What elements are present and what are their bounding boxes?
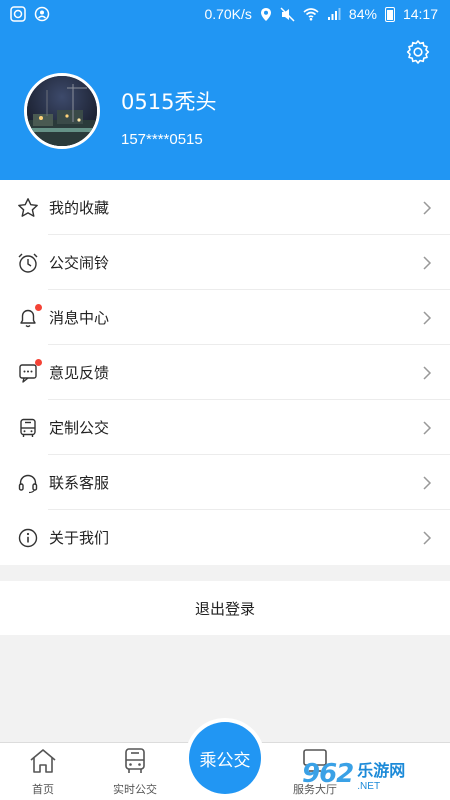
watermark-logo: 962 乐游网 .NET <box>302 752 448 796</box>
tab-home[interactable]: 首页 <box>8 747 78 797</box>
chevron-right-icon <box>423 365 432 380</box>
tab-home-label: 首页 <box>32 783 54 796</box>
network-speed: 0.70K/s <box>204 6 252 22</box>
notification-badge <box>35 303 42 311</box>
settings-button[interactable] <box>404 38 432 66</box>
menu-item-label: 意见反馈 <box>49 364 110 382</box>
menu-item-favorites[interactable]: 我的收藏 <box>0 180 450 235</box>
phone-number: 157****0515 <box>121 131 203 148</box>
menu-item-about[interactable]: 关于我们 <box>0 510 450 565</box>
bus-icon <box>120 747 150 775</box>
chevron-right-icon <box>423 255 432 270</box>
chevron-right-icon <box>423 475 432 490</box>
ride-bus-button[interactable]: 乘公交 <box>185 718 265 798</box>
watermark-cn: 乐游网 <box>357 760 406 780</box>
chevron-right-icon <box>423 310 432 325</box>
menu-item-label: 定制公交 <box>49 419 110 437</box>
location-icon <box>260 7 271 21</box>
status-bar: 0.70K/s 84% 14:17 <box>0 0 450 28</box>
bus-icon <box>16 416 40 440</box>
home-icon <box>28 747 58 775</box>
ride-bus-label: 乘公交 <box>189 722 261 794</box>
wifi-icon <box>303 8 319 21</box>
menu-item-custom-bus[interactable]: 定制公交 <box>0 400 450 455</box>
account-icon <box>34 6 50 22</box>
username: 0515秃头 <box>121 90 217 114</box>
gear-icon <box>406 40 430 64</box>
app-notification-icon <box>10 6 26 22</box>
menu-item-bus-alarm[interactable]: 公交闹铃 <box>0 235 450 290</box>
menu-item-label: 消息中心 <box>49 309 110 327</box>
signal-icon <box>327 8 341 20</box>
logout-button[interactable]: 退出登录 <box>0 581 450 635</box>
chevron-right-icon <box>423 530 432 545</box>
watermark-text: 乐游网 .NET <box>357 757 405 792</box>
mute-icon <box>280 6 295 22</box>
info-icon <box>16 526 40 550</box>
avatar[interactable] <box>24 73 100 149</box>
star-icon <box>16 196 40 220</box>
menu-item-label: 关于我们 <box>49 529 110 547</box>
watermark-en: .NET <box>357 780 381 792</box>
chevron-right-icon <box>423 420 432 435</box>
menu-item-feedback[interactable]: 意见反馈 <box>0 345 450 400</box>
chevron-right-icon <box>423 200 432 215</box>
menu-item-label: 公交闹铃 <box>49 254 110 272</box>
menu-item-label: 我的收藏 <box>49 199 110 217</box>
battery-icon <box>384 6 395 22</box>
menu-item-label: 联系客服 <box>49 474 110 492</box>
battery-percent: 84% <box>348 6 377 22</box>
tab-realtime-label: 实时公交 <box>113 783 157 796</box>
alarm-clock-icon <box>16 251 40 275</box>
tab-realtime-bus[interactable]: 实时公交 <box>100 747 170 797</box>
menu-item-customer-service[interactable]: 联系客服 <box>0 455 450 510</box>
menu-item-messages[interactable]: 消息中心 <box>0 290 450 345</box>
menu-list: 我的收藏 公交闹铃 消息中心 意见反馈 定制公交 联系客服 关于我们 <box>0 180 450 565</box>
headset-icon <box>16 471 40 495</box>
profile-header: 0515秃头 157****0515 <box>0 28 450 180</box>
watermark-number: 962 <box>302 759 354 789</box>
bell-icon <box>16 303 42 330</box>
avatar-photo <box>27 76 97 146</box>
feedback-icon <box>16 358 42 385</box>
clock: 14:17 <box>402 6 438 22</box>
notification-badge <box>35 358 42 366</box>
